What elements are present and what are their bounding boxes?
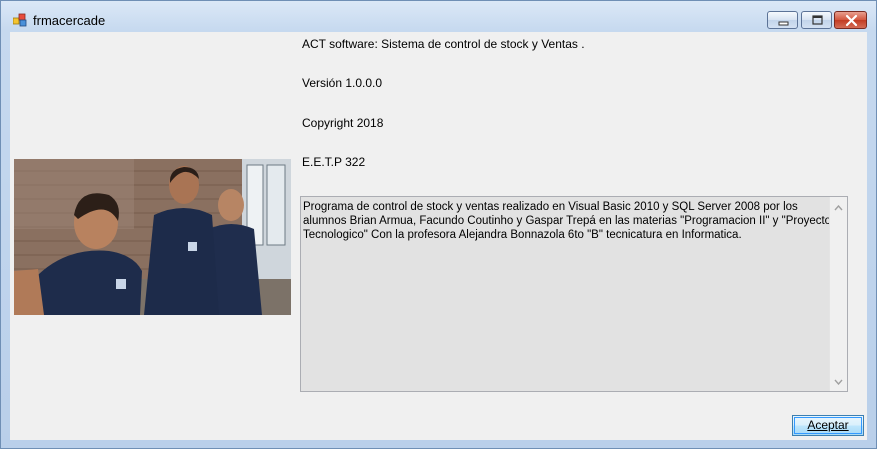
minimize-icon [778, 21, 789, 26]
copyright-label: Copyright 2018 [302, 116, 384, 130]
close-button[interactable] [834, 11, 867, 29]
title-bar[interactable]: frmacercade [1, 1, 876, 32]
description-scrollbar[interactable] [829, 197, 847, 391]
close-icon [845, 14, 858, 27]
logo-photo [14, 159, 291, 315]
minimize-button[interactable] [767, 11, 798, 29]
client-area: ACT software: Sistema de control de stoc… [10, 32, 867, 440]
product-label: ACT software: Sistema de control de stoc… [302, 37, 585, 51]
ok-button[interactable]: Aceptar [792, 415, 864, 436]
window-title: frmacercade [33, 13, 106, 28]
maximize-button[interactable] [801, 11, 832, 29]
description-textbox[interactable]: Programa de control de stock y ventas re… [300, 196, 848, 392]
about-window: frmacercade ACT software: Sistema de con… [0, 0, 877, 449]
app-icon [13, 13, 27, 27]
photo-image [14, 159, 291, 315]
scroll-down-icon[interactable] [834, 379, 843, 385]
scroll-up-icon[interactable] [834, 205, 843, 211]
version-label: Versión 1.0.0.0 [302, 76, 383, 90]
company-label: E.E.T.P 322 [302, 155, 366, 169]
maximize-icon [812, 15, 823, 25]
description-text: Programa de control de stock y ventas re… [303, 201, 832, 241]
